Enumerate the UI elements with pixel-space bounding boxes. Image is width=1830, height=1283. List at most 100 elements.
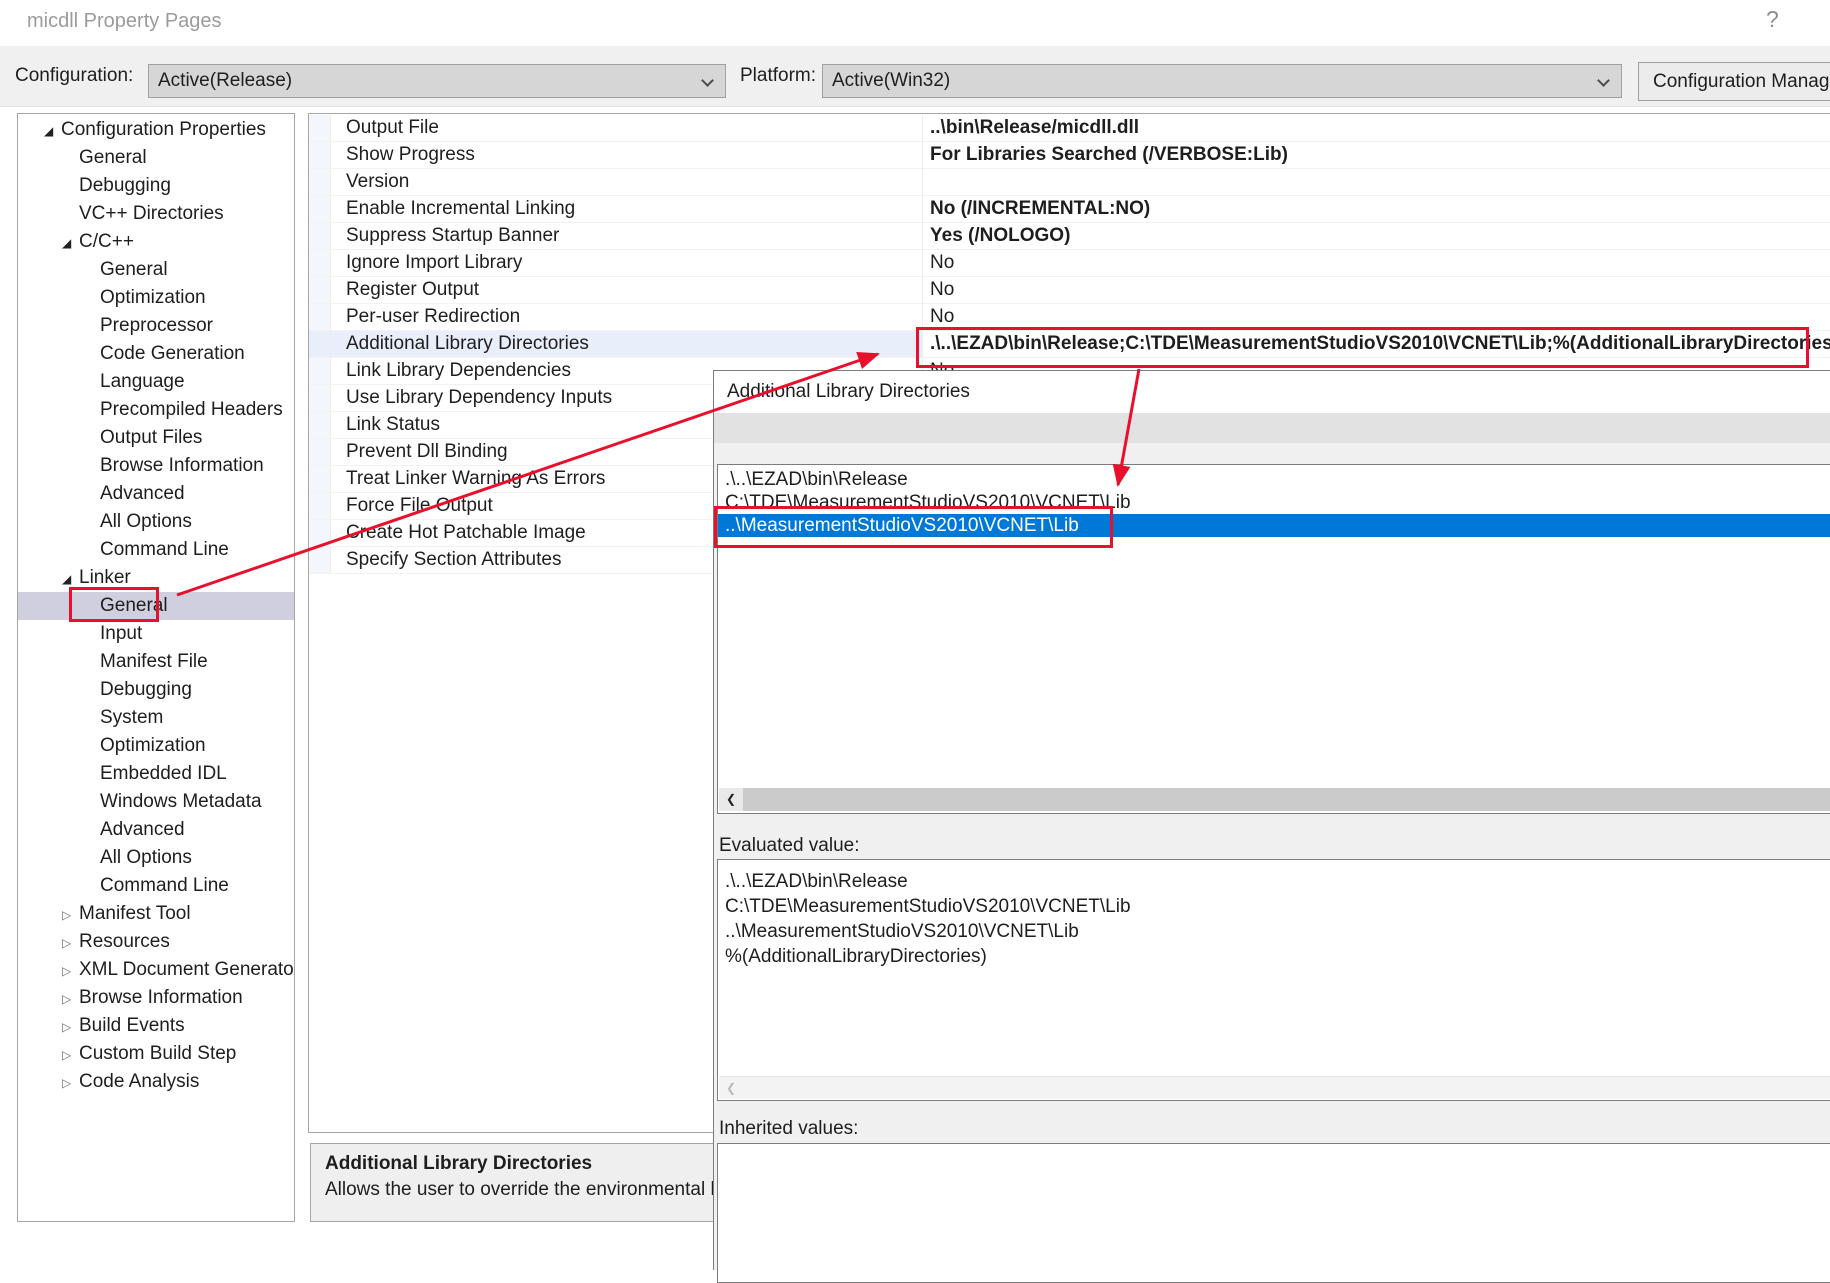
configuration-dropdown[interactable]: Active(Release)	[148, 64, 726, 98]
directory-list: .\..\EZAD\bin\ReleaseC:\TDE\MeasurementS…	[717, 464, 1830, 814]
tree-item-label: General	[79, 147, 147, 168]
tree-item[interactable]: Precompiled Headers	[18, 396, 294, 424]
property-row[interactable]: Per-user Redirection No	[309, 304, 1830, 331]
tree-item[interactable]: Code Generation	[18, 340, 294, 368]
tree-expander-icon[interactable]: ▷	[62, 1041, 79, 1069]
directory-list-item[interactable]: .\..\EZAD\bin\Release	[718, 468, 1830, 491]
tree-item[interactable]: ▷XML Document Generator	[18, 956, 294, 984]
tree-item[interactable]: Windows Metadata	[18, 788, 294, 816]
property-value[interactable]	[922, 169, 1830, 195]
evaluated-horizontal-scrollbar[interactable]: ❮	[719, 1076, 1830, 1099]
scrollbar-track	[743, 1077, 1830, 1099]
property-value[interactable]: No	[922, 277, 1830, 303]
tree-expander-icon[interactable]: ◢	[44, 117, 61, 145]
tree-item[interactable]: Debugging	[18, 172, 294, 200]
directory-list-item[interactable]: ..\MeasurementStudioVS2010\VCNET\Lib	[718, 514, 1830, 537]
tree-expander-icon[interactable]: ▷	[62, 901, 79, 929]
tree-item[interactable]: Optimization	[18, 732, 294, 760]
tree-expander-icon[interactable]: ▷	[62, 1013, 79, 1041]
property-value[interactable]: Yes (/NOLOGO)	[922, 223, 1830, 249]
tree-item[interactable]: General	[18, 144, 294, 172]
property-value[interactable]: ..\bin\Release/micdll.dll	[922, 115, 1830, 141]
tree-item[interactable]: Optimization	[18, 284, 294, 312]
tree-item[interactable]: All Options	[18, 844, 294, 872]
scrollbar-track[interactable]	[743, 788, 1830, 811]
tree-item-label: General	[100, 595, 168, 616]
scroll-left-icon[interactable]: ❮	[719, 788, 743, 811]
property-value[interactable]: No	[922, 250, 1830, 276]
tree-item[interactable]: Preprocessor	[18, 312, 294, 340]
property-row[interactable]: Suppress Startup Banner Yes (/NOLOGO)	[309, 223, 1830, 250]
tree-item[interactable]: Browse Information	[18, 452, 294, 480]
property-row[interactable]: Enable Incremental Linking No (/INCREMEN…	[309, 196, 1830, 223]
row-gutter	[309, 520, 331, 546]
tree-item-label: Debugging	[79, 175, 171, 196]
property-name: Additional Library Directories	[331, 331, 922, 357]
property-row[interactable]: Version	[309, 169, 1830, 196]
window-title: micdll Property Pages	[27, 10, 222, 33]
tree-item[interactable]: Debugging	[18, 676, 294, 704]
property-row[interactable]: Output File ..\bin\Release/micdll.dll	[309, 115, 1830, 142]
platform-dropdown[interactable]: Active(Win32)	[822, 64, 1622, 98]
tree-item[interactable]: Output Files	[18, 424, 294, 452]
tree-item-label: Linker	[79, 567, 131, 588]
row-gutter	[309, 547, 331, 573]
tree-item[interactable]: Command Line	[18, 872, 294, 900]
property-value[interactable]: For Libraries Searched (/VERBOSE:Lib)	[922, 142, 1830, 168]
tree-item[interactable]: ◢Linker	[18, 564, 294, 592]
property-row[interactable]: Ignore Import Library No	[309, 250, 1830, 277]
tree-item[interactable]: ▷Build Events	[18, 1012, 294, 1040]
tree-item[interactable]: Command Line	[18, 536, 294, 564]
tree-item-label: Optimization	[100, 735, 206, 756]
tree-item[interactable]: General	[18, 256, 294, 284]
platform-label: Platform:	[740, 65, 816, 87]
tree-item[interactable]: ▷Browse Information	[18, 984, 294, 1012]
property-value[interactable]: No (/INCREMENTAL:NO)	[922, 196, 1830, 222]
property-row[interactable]: Register Output No	[309, 277, 1830, 304]
property-row[interactable]: Show Progress For Libraries Searched (/V…	[309, 142, 1830, 169]
property-value[interactable]: .\..\EZAD\bin\Release;C:\TDE\Measurement…	[922, 331, 1830, 357]
tree-item[interactable]: All Options	[18, 508, 294, 536]
tree-item-label: Browse Information	[79, 987, 243, 1008]
tree-item[interactable]: ◢Configuration Properties	[18, 116, 294, 144]
tree-item[interactable]: ▷Resources	[18, 928, 294, 956]
configuration-manager-button[interactable]: Configuration Manager...	[1638, 62, 1830, 101]
tree-expander-icon[interactable]: ▷	[62, 929, 79, 957]
tree-item-label: Embedded IDL	[100, 763, 227, 784]
help-icon[interactable]: ?	[1766, 6, 1779, 33]
tree-item[interactable]: Advanced	[18, 816, 294, 844]
row-gutter	[309, 250, 331, 276]
tree-item-label: Language	[100, 371, 185, 392]
tree-item[interactable]: ▷Code Analysis	[18, 1068, 294, 1096]
property-value[interactable]: No	[922, 304, 1830, 330]
tree-item[interactable]: Input	[18, 620, 294, 648]
scroll-left-icon[interactable]: ❮	[719, 1077, 743, 1099]
property-row[interactable]: Additional Library Directories .\..\EZAD…	[309, 331, 1830, 358]
evaluated-value-box: .\..\EZAD\bin\ReleaseC:\TDE\MeasurementS…	[717, 859, 1830, 1101]
tree-item-label: Configuration Properties	[61, 119, 266, 140]
tree-item-label: Code Generation	[100, 343, 245, 364]
tree-item[interactable]: ▷Custom Build Step	[18, 1040, 294, 1068]
row-gutter	[309, 466, 331, 492]
directory-list-item[interactable]: C:\TDE\MeasurementStudioVS2010\VCNET\Lib	[718, 491, 1830, 514]
tree-expander-icon[interactable]: ▷	[62, 1069, 79, 1097]
tree-expander-icon[interactable]: ▷	[62, 957, 79, 985]
list-horizontal-scrollbar[interactable]: ❮	[719, 788, 1830, 811]
tree-item[interactable]: General	[18, 592, 294, 620]
configuration-toolbar: Configuration: Active(Release) Platform:…	[0, 46, 1830, 107]
tree-expander-icon[interactable]: ◢	[62, 229, 79, 257]
tree-item[interactable]: Embedded IDL	[18, 760, 294, 788]
inherited-values-box[interactable]	[717, 1143, 1830, 1283]
tree-item[interactable]: ▷Manifest Tool	[18, 900, 294, 928]
tree-item[interactable]: ◢C/C++	[18, 228, 294, 256]
tree-item[interactable]: Language	[18, 368, 294, 396]
tree-expander-icon[interactable]: ▷	[62, 985, 79, 1013]
tree-expander-icon[interactable]: ◢	[62, 565, 79, 593]
evaluated-value-line: .\..\EZAD\bin\Release	[725, 869, 1830, 894]
tree-item-label: VC++ Directories	[79, 203, 224, 224]
row-gutter	[309, 169, 331, 195]
tree-item[interactable]: Manifest File	[18, 648, 294, 676]
tree-item[interactable]: Advanced	[18, 480, 294, 508]
tree-item[interactable]: VC++ Directories	[18, 200, 294, 228]
tree-item[interactable]: System	[18, 704, 294, 732]
